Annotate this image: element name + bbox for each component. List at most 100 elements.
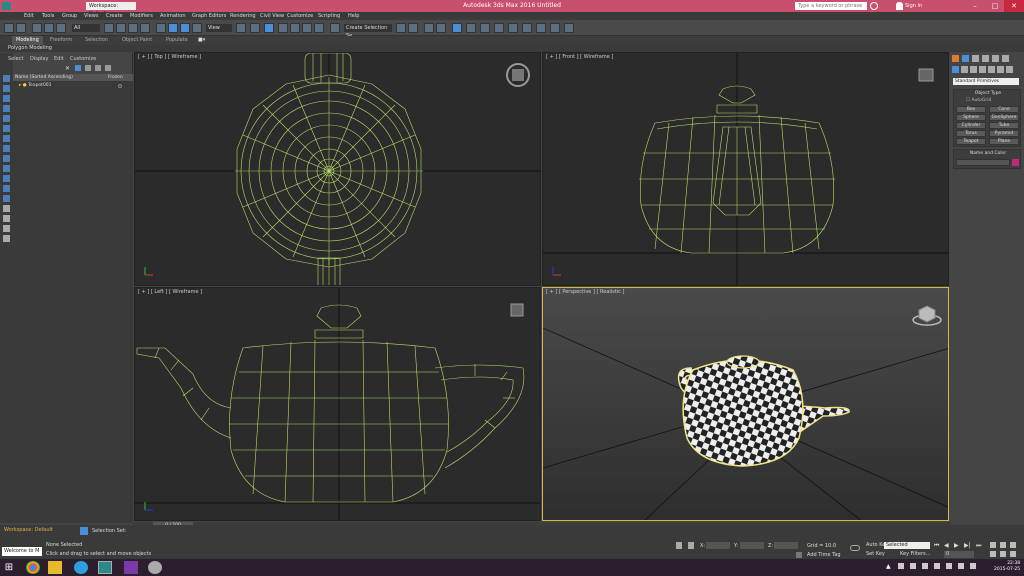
- menu-views[interactable]: Views: [84, 12, 98, 20]
- helpers-icon[interactable]: [988, 66, 995, 73]
- filter-icon[interactable]: [75, 65, 81, 71]
- lock-selection-icon[interactable]: [676, 542, 682, 549]
- lock-icon[interactable]: [85, 65, 91, 71]
- scene-tab-select[interactable]: Select: [8, 55, 23, 63]
- systems-icon[interactable]: [1006, 66, 1013, 73]
- box-button[interactable]: Box: [956, 106, 986, 113]
- tab-modeling[interactable]: Modeling: [12, 36, 43, 45]
- select-object-icon[interactable]: [104, 23, 114, 33]
- a360-render-icon[interactable]: [564, 23, 574, 33]
- name-field[interactable]: [956, 159, 1010, 166]
- display-none-icon[interactable]: [3, 75, 10, 82]
- mirror-icon[interactable]: [396, 23, 406, 33]
- menu-modifiers[interactable]: Modifiers: [130, 12, 153, 20]
- torus-button[interactable]: Torus: [956, 130, 986, 137]
- cylinder-button[interactable]: Cylinder: [956, 122, 986, 129]
- selection-filter-dropdown[interactable]: All: [72, 24, 100, 32]
- ribbon-polygon-modeling[interactable]: Polygon Modeling: [8, 45, 52, 52]
- maxscript-listener[interactable]: Welcome to M: [2, 547, 42, 556]
- display-xrefs-icon[interactable]: [3, 165, 10, 172]
- redo-icon[interactable]: [16, 23, 26, 33]
- display-geometry-icon[interactable]: [3, 95, 10, 102]
- spacewarps-icon[interactable]: [997, 66, 1004, 73]
- ref-coord-dropdown[interactable]: View: [206, 24, 232, 32]
- maximize-icon[interactable]: □: [985, 0, 1005, 12]
- close-icon[interactable]: ✕: [1004, 0, 1024, 12]
- unlink-icon[interactable]: [44, 23, 54, 33]
- viewcube-front[interactable]: [918, 68, 934, 82]
- time-tag-icon[interactable]: [796, 552, 802, 558]
- menu-graph-editors[interactable]: Graph Editors: [192, 12, 226, 20]
- list-item[interactable]: ▸ ● Teapot001: [19, 83, 52, 88]
- key-icon[interactable]: [850, 545, 860, 551]
- display-containers-icon[interactable]: [3, 185, 10, 192]
- telegram-icon[interactable]: [74, 561, 88, 574]
- orbit-icon[interactable]: [1000, 551, 1006, 557]
- viewcube-top[interactable]: [506, 63, 530, 87]
- viewport-front[interactable]: [ + ] [ Front ] [ Wireframe ]: [542, 52, 949, 286]
- selected-dropdown[interactable]: Selected: [884, 542, 930, 549]
- cone-button[interactable]: Cone: [989, 106, 1019, 113]
- category-dropdown[interactable]: Standard Primitives: [953, 78, 1019, 85]
- lights-icon[interactable]: [970, 66, 977, 73]
- sphere-button[interactable]: Sphere: [956, 114, 986, 121]
- signin-button[interactable]: Sign In: [905, 2, 922, 10]
- zoom-extents-icon[interactable]: [1010, 542, 1016, 548]
- tray-icon-3[interactable]: [922, 563, 928, 569]
- menu-edit[interactable]: Edit: [24, 12, 34, 20]
- zoom-all-icon[interactable]: [1000, 542, 1006, 548]
- network-icon[interactable]: [934, 563, 940, 569]
- rollout-title[interactable]: Name and Color: [954, 150, 1022, 157]
- edit-named-sel-icon[interactable]: [330, 23, 340, 33]
- display-cameras-icon[interactable]: [3, 125, 10, 132]
- autogrid-checkbox[interactable]: ☐ AutoGrid: [966, 98, 991, 103]
- sync-icon[interactable]: [105, 65, 111, 71]
- material-editor-icon[interactable]: [494, 23, 504, 33]
- snaps-toggle-icon[interactable]: [278, 23, 288, 33]
- display-frozen-icon[interactable]: [3, 195, 10, 202]
- viewport-perspective[interactable]: [ + ] [ Perspective ] [ Realistic ]: [542, 287, 949, 521]
- pan-icon[interactable]: [990, 551, 996, 557]
- display-spacewarps-icon[interactable]: [3, 145, 10, 152]
- rotate-icon[interactable]: [168, 23, 178, 33]
- start-icon[interactable]: ⊞: [2, 561, 16, 574]
- tab-populate[interactable]: Populate: [166, 36, 188, 45]
- chrome-icon[interactable]: [26, 561, 40, 574]
- display-children-icon[interactable]: [3, 215, 10, 222]
- tray-up-icon[interactable]: ▲: [886, 563, 891, 570]
- rollout-title[interactable]: Object Type: [954, 90, 1022, 97]
- color-swatch[interactable]: [1012, 159, 1019, 166]
- layer-explorer-icon[interactable]: [424, 23, 434, 33]
- clear-filter-icon[interactable]: ✕: [65, 65, 70, 72]
- keyboard-shortcut-icon[interactable]: [264, 23, 274, 33]
- ribbon-options-icon[interactable]: ■▾: [198, 36, 205, 45]
- viewport-top[interactable]: [ + ] [ Top ] [ Wireframe ]: [134, 52, 541, 286]
- search-input[interactable]: Type a keyword or phrase: [795, 2, 867, 10]
- menu-scripting[interactable]: Scripting: [318, 12, 340, 20]
- bind-spacewarp-icon[interactable]: [56, 23, 66, 33]
- clock[interactable]: 22:38 2015-07-25: [994, 561, 1020, 573]
- schematic-view-icon[interactable]: [480, 23, 490, 33]
- tube-button[interactable]: Tube: [989, 122, 1019, 129]
- frozen-toggle-icon[interactable]: [118, 84, 122, 88]
- visibility-icon[interactable]: ▸ ●: [19, 83, 27, 88]
- geosphere-button[interactable]: GeoSphere: [989, 114, 1019, 121]
- menu-tools[interactable]: Tools: [42, 12, 54, 20]
- viewport-left[interactable]: [ + ] [ Left ] [ Wireframe ]: [134, 287, 541, 521]
- zoom-icon[interactable]: [990, 542, 996, 548]
- display-tab-icon[interactable]: [992, 55, 999, 62]
- set-key-button[interactable]: Set Key: [866, 551, 885, 557]
- selection-set-icon[interactable]: [80, 527, 88, 535]
- visual-studio-icon[interactable]: [124, 561, 138, 574]
- tray-icon-1[interactable]: [898, 563, 904, 569]
- 3dsmax-taskbar-icon[interactable]: [98, 561, 112, 574]
- render-production-icon[interactable]: [536, 23, 546, 33]
- percent-snap-icon[interactable]: [302, 23, 312, 33]
- menu-group[interactable]: Group: [62, 12, 77, 20]
- viewcube-left[interactable]: [510, 303, 524, 317]
- x-coord-field[interactable]: [706, 542, 730, 549]
- pyramid-button[interactable]: Pyramid: [989, 130, 1019, 137]
- plane-button[interactable]: Plane: [989, 138, 1019, 145]
- search-icon[interactable]: [870, 2, 878, 10]
- keyboard-icon[interactable]: [970, 563, 976, 569]
